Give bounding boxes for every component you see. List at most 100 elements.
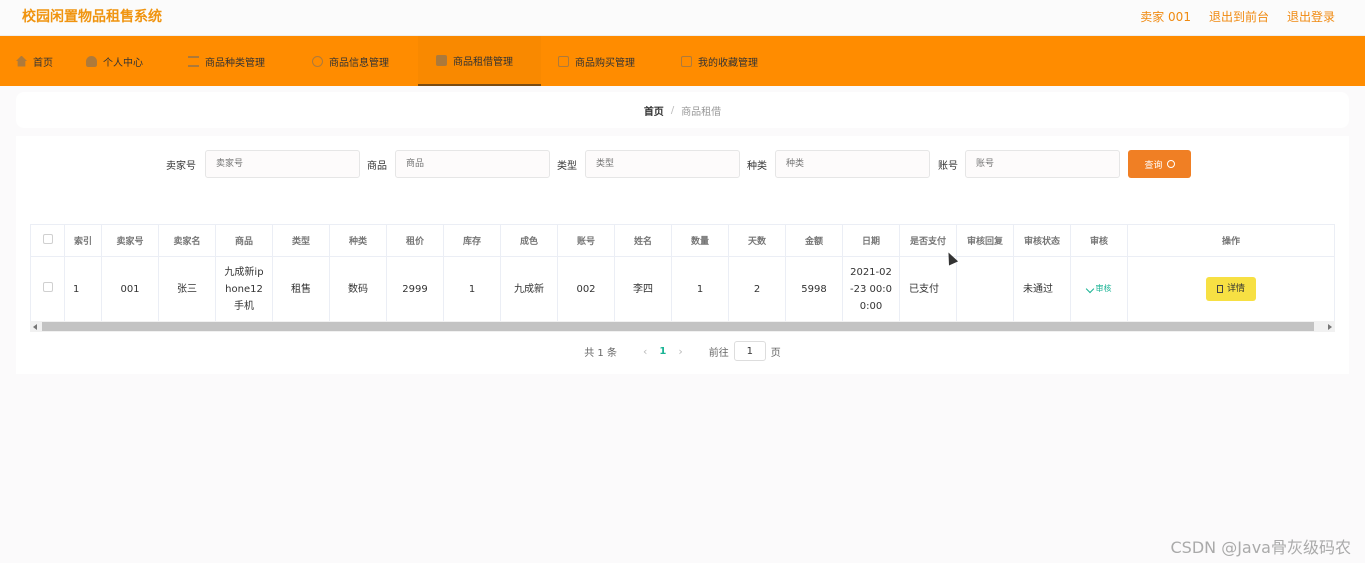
search-bar: 卖家号 商品 类型 种类 账号 查询	[16, 150, 1349, 178]
nav-label: 商品租借管理	[453, 56, 513, 68]
column-header: 日期	[842, 224, 900, 257]
column-header: 卖家号	[101, 224, 159, 257]
column-header: 天数	[728, 224, 786, 257]
header-links: 卖家 001 退出到前台 退出登录	[1140, 8, 1335, 25]
column-header: 种类	[329, 224, 387, 257]
column-header: 成色	[500, 224, 558, 257]
row-checkbox[interactable]	[42, 281, 53, 292]
buy-icon	[558, 55, 569, 67]
rent-table: 索引 卖家号 卖家名 商品 类型 种类 租价 库存 成色 账号 姓名 数量 天数…	[30, 224, 1335, 322]
type-input[interactable]	[585, 150, 740, 178]
cell-seller-name: 张三	[158, 256, 216, 322]
goto-page-input[interactable]	[733, 341, 766, 361]
table-row: 1 001 张三 九成新ip hone12 手机 租售 数码 2999 1 九成…	[30, 256, 1335, 322]
nav-item-product-buy[interactable]: 商品购买管理	[558, 36, 658, 86]
cell-paid: 已支付	[899, 256, 957, 322]
scrollbar-thumb[interactable]	[42, 322, 1314, 331]
type-label: 类型	[557, 161, 577, 172]
goto-label: 前往	[708, 347, 729, 359]
nav-label: 商品种类管理	[205, 57, 265, 69]
total-count: 共 1 条	[584, 347, 617, 359]
column-header: 数量	[671, 224, 729, 257]
breadcrumb-current: 商品租借	[681, 106, 722, 118]
search-icon	[1166, 160, 1175, 168]
column-header: 姓名	[614, 224, 672, 257]
nav-label: 商品购买管理	[575, 57, 635, 69]
account-label: 账号	[938, 161, 958, 172]
nav-label: 个人中心	[103, 57, 143, 69]
info-icon	[312, 55, 323, 67]
audit-link-label: 审核	[1095, 284, 1112, 294]
column-header: 卖家名	[158, 224, 216, 257]
scroll-right-icon[interactable]	[1328, 324, 1332, 330]
column-header: 类型	[272, 224, 330, 257]
cell-audit-reply	[956, 256, 1014, 322]
audit-link[interactable]: 审核	[1085, 280, 1112, 297]
breadcrumb-separator: /	[670, 104, 675, 116]
cell-product: 九成新ip hone12 手机	[215, 256, 273, 322]
seller-no-input[interactable]	[205, 150, 360, 178]
breadcrumb-home[interactable]: 首页	[644, 103, 664, 118]
product-label: 商品	[367, 161, 387, 172]
select-all-cell[interactable]	[30, 224, 65, 257]
document-icon	[1216, 285, 1223, 293]
cell-account: 002	[557, 256, 615, 322]
nav-item-my-collection[interactable]: 我的收藏管理	[681, 36, 781, 86]
table-header-row: 索引 卖家号 卖家名 商品 类型 种类 租价 库存 成色 账号 姓名 数量 天数…	[30, 224, 1335, 257]
nav-item-product-info[interactable]: 商品信息管理	[312, 36, 412, 86]
back-to-front-link[interactable]: 退出到前台	[1209, 8, 1269, 25]
cell-rent-price: 2999	[386, 256, 444, 322]
cell-days: 2	[728, 256, 786, 322]
account-input[interactable]	[965, 150, 1120, 178]
category-input[interactable]	[775, 150, 930, 178]
pagination: 共 1 条 ‹ 1 › 前往 页	[16, 341, 1349, 361]
cell-stock: 1	[443, 256, 501, 322]
column-header: 索引	[64, 224, 102, 257]
detail-button[interactable]: 详情	[1206, 277, 1256, 301]
current-page[interactable]: 1	[659, 346, 666, 357]
cell-condition: 九成新	[500, 256, 558, 322]
watermark: CSDN @Java骨灰级码农	[1170, 538, 1351, 557]
horizontal-scrollbar[interactable]	[30, 321, 1335, 332]
column-header: 审核回复	[956, 224, 1014, 257]
category-label: 种类	[747, 161, 767, 172]
prev-page-icon[interactable]: ‹	[643, 345, 647, 358]
detail-button-label: 详情	[1226, 283, 1245, 294]
select-all-checkbox[interactable]	[42, 234, 53, 244]
column-header: 金额	[785, 224, 843, 257]
home-icon	[16, 55, 27, 67]
seller-no-label: 卖家号	[166, 161, 196, 172]
column-header: 操作	[1127, 224, 1335, 257]
cell-operation: 详情	[1127, 256, 1335, 322]
row-select-cell[interactable]	[30, 256, 65, 322]
cell-index: 1	[64, 256, 102, 322]
product-input[interactable]	[395, 150, 550, 178]
nav-item-personal-center[interactable]: 个人中心	[86, 36, 166, 86]
query-button-label: 查询	[1144, 160, 1163, 171]
column-header: 商品	[215, 224, 273, 257]
breadcrumb: 首页 / 商品租借	[16, 92, 1349, 128]
nav-label: 我的收藏管理	[698, 57, 758, 69]
user-icon	[86, 55, 97, 67]
column-header: 审核状态	[1013, 224, 1071, 257]
cell-date: 2021-02 -23 00:0 0:00	[842, 256, 900, 322]
cell-name: 李四	[614, 256, 672, 322]
main-nav: 首页 个人中心 商品种类管理 商品信息管理 商品租借管理 商品购买管理 我的收藏…	[0, 36, 1365, 86]
nav-item-category-manage[interactable]: 商品种类管理	[188, 36, 288, 86]
next-page-icon[interactable]: ›	[678, 345, 682, 358]
list-icon	[188, 55, 199, 67]
nav-item-home[interactable]: 首页	[16, 36, 68, 86]
system-title: 校园闲置物品租售系统	[22, 9, 162, 25]
column-header: 审核	[1070, 224, 1128, 257]
nav-label: 商品信息管理	[329, 57, 389, 69]
cell-audit-status: 未通过	[1013, 256, 1071, 322]
rent-icon	[436, 54, 447, 66]
nav-item-product-rent[interactable]: 商品租借管理	[418, 36, 541, 86]
query-button[interactable]: 查询	[1128, 150, 1191, 178]
cell-seller-no: 001	[101, 256, 159, 322]
column-header: 租价	[386, 224, 444, 257]
seller-account-link[interactable]: 卖家 001	[1140, 8, 1191, 25]
edit-icon	[1085, 284, 1094, 293]
scroll-left-icon[interactable]	[33, 324, 37, 330]
logout-link[interactable]: 退出登录	[1287, 8, 1335, 25]
